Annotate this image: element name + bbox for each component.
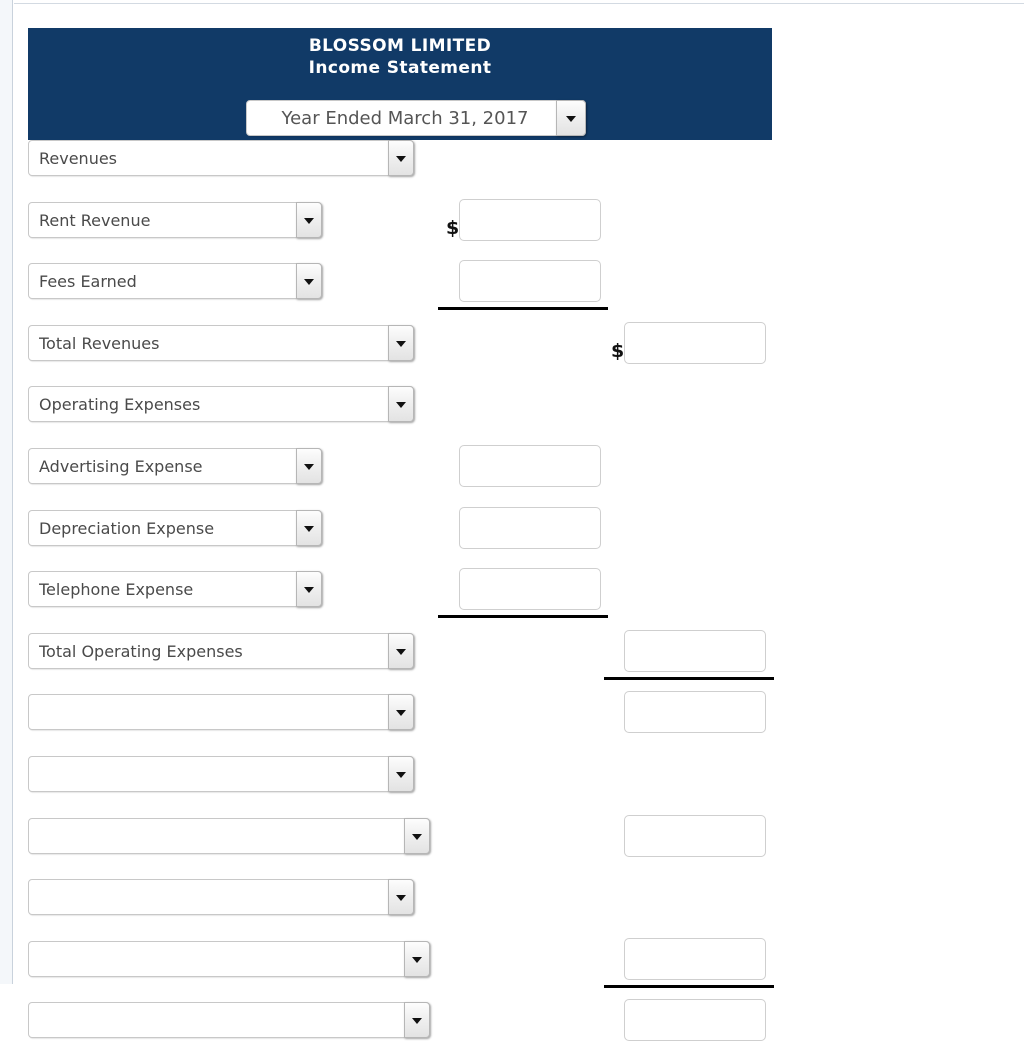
page-gutter <box>0 0 13 984</box>
subtotal-rule-9 <box>604 676 774 680</box>
account-select-value: Total Revenues <box>39 333 160 353</box>
amount-input-6-c1[interactable] <box>459 445 601 487</box>
income-statement-worksheet: BLOSSOM LIMITED Income Statement Year En… <box>14 4 1024 1041</box>
amount-input-2-c1[interactable] <box>459 198 601 241</box>
chevron-down-icon[interactable] <box>404 940 430 977</box>
chevron-down-icon[interactable] <box>388 879 414 916</box>
period-select[interactable]: Year Ended March 31, 2017 <box>246 100 586 136</box>
account-select-2[interactable]: Rent Revenue <box>28 201 322 238</box>
chevron-down-icon[interactable] <box>296 509 322 546</box>
account-select-value: Telephone Expense <box>39 580 194 600</box>
account-select-value <box>39 757 381 793</box>
account-select-value: Operating Expenses <box>39 395 201 415</box>
account-select-12[interactable] <box>28 817 430 855</box>
account-select-value <box>39 880 381 916</box>
account-select-1[interactable]: Revenues <box>28 140 414 176</box>
statement-title: Income Statement <box>308 58 492 78</box>
company-name: BLOSSOM LIMITED <box>308 36 492 56</box>
subtotal-rule-3 <box>438 307 608 311</box>
account-select-14[interactable] <box>28 940 430 978</box>
account-select-8[interactable]: Telephone Expense <box>28 571 322 608</box>
amount-input-12-c2[interactable] <box>624 814 766 857</box>
account-select-value <box>39 695 381 731</box>
amount-input-15-c2[interactable] <box>624 999 766 1041</box>
account-select-10[interactable] <box>28 694 414 731</box>
chevron-down-icon[interactable] <box>404 1002 430 1039</box>
amount-input-8-c1[interactable] <box>459 568 601 611</box>
account-select-6[interactable]: Advertising Expense <box>28 448 322 484</box>
amount-input-9-c2[interactable] <box>624 629 766 672</box>
period-select-value: Year Ended March 31, 2017 <box>281 108 529 129</box>
account-select-value <box>39 942 397 978</box>
account-select-13[interactable] <box>28 879 414 916</box>
amount-input-4-c2[interactable] <box>624 321 766 364</box>
account-select-value: Advertising Expense <box>39 457 203 476</box>
chevron-down-icon[interactable] <box>404 817 430 854</box>
account-select-value: Revenues <box>39 149 118 168</box>
chevron-down-icon[interactable] <box>388 694 414 731</box>
account-select-3[interactable]: Fees Earned <box>28 263 322 300</box>
currency-symbol: $ <box>611 339 625 362</box>
amount-input-3-c1[interactable] <box>459 260 601 303</box>
chevron-down-icon[interactable] <box>296 448 322 484</box>
account-select-value <box>39 819 397 855</box>
account-select-4[interactable]: Total Revenues <box>28 324 414 361</box>
currency-symbol: $ <box>446 216 460 239</box>
account-select-9[interactable]: Total Operating Expenses <box>28 632 414 669</box>
chevron-down-icon[interactable] <box>388 756 414 792</box>
account-select-value: Rent Revenue <box>39 210 151 230</box>
account-select-value: Total Operating Expenses <box>39 641 243 661</box>
chevron-down-icon[interactable] <box>556 100 586 136</box>
amount-input-14-c2[interactable] <box>624 937 766 980</box>
subtotal-rule-14 <box>604 984 774 988</box>
account-select-15[interactable] <box>28 1002 430 1039</box>
amount-input-10-c2[interactable] <box>624 691 766 734</box>
account-select-11[interactable] <box>28 756 414 792</box>
chevron-down-icon[interactable] <box>296 263 322 300</box>
account-select-value: Fees Earned <box>39 272 137 292</box>
account-select-value: Depreciation Expense <box>39 518 215 538</box>
chevron-down-icon[interactable] <box>388 632 414 669</box>
chevron-down-icon[interactable] <box>296 201 322 238</box>
account-select-5[interactable]: Operating Expenses <box>28 386 414 423</box>
statement-header: BLOSSOM LIMITED Income Statement Year En… <box>28 28 772 140</box>
account-select-value <box>39 1003 397 1039</box>
chevron-down-icon[interactable] <box>388 140 414 176</box>
subtotal-rule-8 <box>438 615 608 619</box>
account-select-7[interactable]: Depreciation Expense <box>28 509 322 546</box>
chevron-down-icon[interactable] <box>388 324 414 361</box>
chevron-down-icon[interactable] <box>388 386 414 423</box>
amount-input-7-c1[interactable] <box>459 506 601 549</box>
chevron-down-icon[interactable] <box>296 571 322 608</box>
